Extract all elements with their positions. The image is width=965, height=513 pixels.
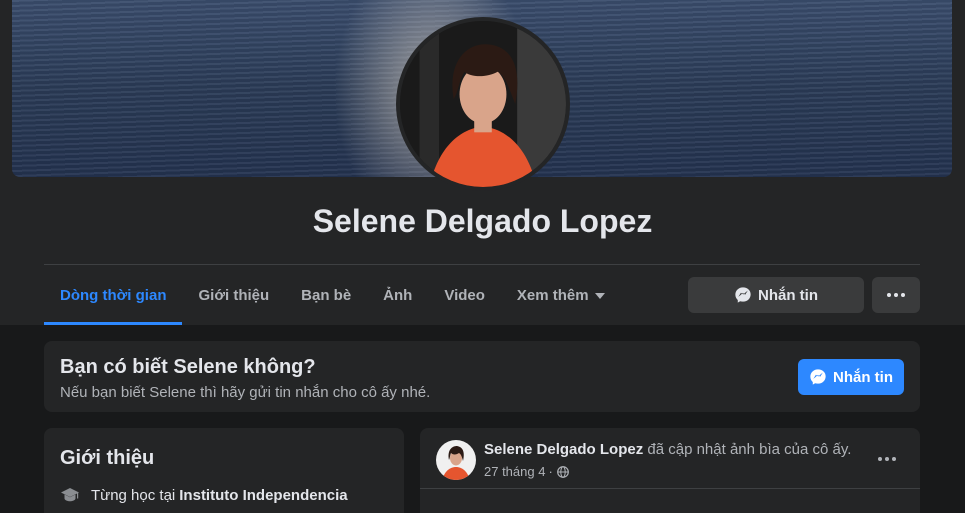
tab-label: Xem thêm bbox=[516, 287, 589, 304]
globe-icon[interactable] bbox=[556, 465, 569, 478]
tab-label: Dòng thời gian bbox=[60, 287, 167, 304]
more-icon bbox=[887, 293, 905, 297]
tab-timeline[interactable]: Dòng thời gian bbox=[44, 266, 183, 325]
tab-label: Bạn bè bbox=[301, 287, 352, 304]
profile-header: Selene Delgado Lopez Dòng thời gian Giới… bbox=[0, 0, 965, 325]
messenger-icon bbox=[810, 369, 826, 385]
meta-separator: · bbox=[548, 464, 553, 479]
post-author-link[interactable]: Selene Delgado Lopez bbox=[484, 441, 643, 458]
message-button-label: Nhắn tin bbox=[758, 286, 818, 304]
profile-name: Selene Delgado Lopez bbox=[312, 203, 653, 239]
graduation-cap-icon bbox=[61, 488, 79, 502]
tab-friends[interactable]: Bạn bè bbox=[285, 266, 367, 325]
post-meta: 27 tháng 4 · bbox=[484, 464, 569, 479]
post-divider bbox=[420, 488, 920, 489]
tab-more[interactable]: Xem thêm bbox=[501, 266, 621, 325]
tab-about[interactable]: Giới thiệu bbox=[182, 266, 285, 325]
send-message-label: Nhắn tin bbox=[833, 368, 893, 386]
caret-down-icon bbox=[594, 292, 605, 299]
education-row: Từng học tại Instituto Independencia bbox=[60, 485, 348, 505]
send-message-button[interactable]: Nhắn tin bbox=[798, 359, 904, 395]
messenger-icon bbox=[735, 287, 751, 303]
post-header: Selene Delgado Lopez đã cập nhật ảnh bìa… bbox=[484, 441, 851, 458]
education-prefix: Từng học tại bbox=[91, 486, 176, 504]
post-date-link[interactable]: 27 tháng 4 bbox=[484, 464, 545, 479]
post-options-button[interactable] bbox=[870, 442, 904, 476]
header-divider bbox=[44, 264, 920, 265]
message-button[interactable]: Nhắn tin bbox=[688, 277, 864, 313]
know-card-title: Bạn có biết Selene không? bbox=[60, 356, 316, 378]
tab-label: Giới thiệu bbox=[198, 287, 270, 304]
tab-label: Video bbox=[444, 287, 485, 304]
avatar-image bbox=[400, 21, 566, 187]
post-action-text: đã cập nhật ảnh bìa của cô ấy. bbox=[647, 441, 852, 458]
avatar-image bbox=[436, 440, 476, 480]
tab-label: Ảnh bbox=[383, 287, 413, 304]
know-card-subtitle: Nếu bạn biết Selene thì hãy gửi tin nhắn… bbox=[60, 384, 431, 401]
more-icon bbox=[878, 457, 896, 461]
post-author-avatar[interactable] bbox=[436, 440, 476, 480]
know-person-card: Bạn có biết Selene không? Nếu bạn biết S… bbox=[44, 341, 920, 412]
intro-card: Giới thiệu Từng học tại Instituto Indepe… bbox=[44, 428, 404, 513]
tab-videos[interactable]: Video bbox=[428, 266, 501, 325]
more-options-button[interactable] bbox=[872, 277, 920, 313]
tab-photos[interactable]: Ảnh bbox=[367, 266, 428, 325]
intro-title: Giới thiệu bbox=[60, 447, 155, 469]
post-card: Selene Delgado Lopez đã cập nhật ảnh bìa… bbox=[420, 428, 920, 513]
profile-avatar[interactable] bbox=[396, 17, 570, 191]
profile-tabs: Dòng thời gian Giới thiệu Bạn bè Ảnh Vid… bbox=[44, 266, 621, 325]
school-link[interactable]: Instituto Independencia bbox=[179, 487, 347, 504]
